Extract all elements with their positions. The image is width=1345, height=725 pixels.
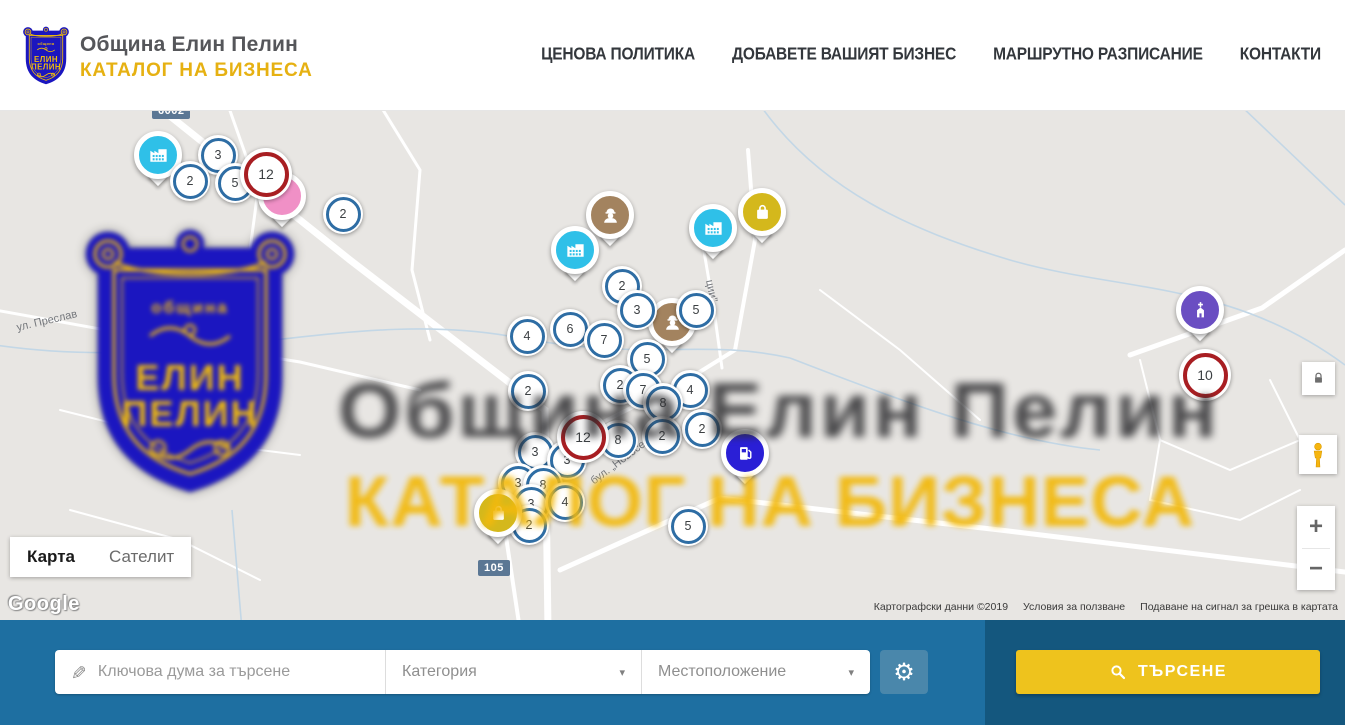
gear-icon: ⚙ (893, 658, 915, 687)
keyword-search-input[interactable] (96, 662, 371, 682)
category-select-label: Категория (402, 663, 477, 681)
road-badge: 105 (478, 560, 510, 576)
pegman-icon (1306, 441, 1330, 469)
keyword-field-wrap: ✎ (55, 650, 386, 694)
map-pin-bag[interactable] (474, 489, 522, 537)
map-cluster-marker[interactable]: 12 (240, 148, 292, 200)
map-attribution: Картографски данни ©2019 Условия за ползв… (874, 601, 1338, 613)
category-select[interactable]: Категория ▾ (386, 650, 642, 694)
satellite-view-button[interactable]: Сателит (92, 537, 191, 577)
attribution-text: Картографски данни ©2019 (874, 601, 1008, 613)
fullscreen-lock-control[interactable] (1302, 362, 1335, 395)
street-view-pegman[interactable] (1299, 435, 1337, 474)
header-titles: Община Елин Пелин КАТАЛОГ НА БИЗНЕСА (80, 33, 313, 82)
header: община ЕЛИН ПЕЛИН Община Елин Пелин КАТА… (0, 0, 1345, 111)
municipality-logo[interactable]: община ЕЛИН ПЕЛИН (22, 24, 70, 86)
map-cluster-marker[interactable]: 12 (557, 411, 609, 463)
location-select-label: Местоположение (658, 663, 786, 681)
nav-item-contacts[interactable]: КОНТАКТИ (1240, 45, 1321, 65)
lock-icon (1311, 371, 1326, 386)
svg-text:ПЕЛИН: ПЕЛИН (31, 63, 61, 72)
pencil-icon: ✎ (65, 664, 88, 680)
map-cluster-marker[interactable]: 2 (170, 161, 210, 201)
nav-item-add-business[interactable]: ДОБАВЕТЕ ВАШИЯТ БИЗНЕС (732, 45, 956, 65)
zoom-out-button[interactable]: − (1297, 549, 1335, 591)
map-cluster-marker[interactable]: 5 (668, 506, 708, 546)
chevron-down-icon: ▾ (619, 666, 625, 679)
map-cluster-marker[interactable]: 2 (642, 416, 682, 456)
map-cluster-marker[interactable]: 10 (1179, 349, 1231, 401)
chevron-down-icon: ▾ (848, 666, 854, 679)
main-nav: ЦЕНОВА ПОЛИТИКА ДОБАВЕТЕ ВАШИЯТ БИЗНЕС МАР… (541, 0, 1321, 110)
site-title: Община Елин Пелин (80, 33, 313, 57)
road-badge: 6002 (152, 110, 190, 119)
map-cluster-marker[interactable]: 2 (508, 371, 548, 411)
map-pin-church[interactable] (1176, 286, 1224, 334)
nav-item-route-schedule[interactable]: МАРШРУТНО РАЗПИСАНИЕ (993, 45, 1203, 65)
map-canvas[interactable]: 325122235647522748128223338342510 (0, 110, 1345, 620)
map-cluster-marker[interactable]: 7 (584, 320, 624, 360)
search-bar: ✎ Категория ▾ Местоположение ▾ ⚙ ТЪРСЕНЕ (0, 620, 1345, 725)
search-submit-button[interactable]: ТЪРСЕНЕ (1016, 650, 1320, 694)
svg-text:ЕЛИН: ЕЛИН (34, 55, 58, 64)
search-button-label: ТЪРСЕНЕ (1138, 663, 1227, 681)
map-cluster-marker[interactable]: 5 (676, 290, 716, 330)
advanced-settings-button[interactable]: ⚙ (880, 650, 928, 694)
zoom-in-button[interactable]: + (1297, 506, 1335, 548)
location-select[interactable]: Местоположение ▾ (642, 650, 870, 694)
map-view-button[interactable]: Карта (10, 537, 92, 577)
map-pin-factory[interactable] (689, 204, 737, 252)
zoom-control: + − (1297, 506, 1335, 590)
map-cluster-marker[interactable]: 2 (323, 194, 363, 234)
nav-item-pricing[interactable]: ЦЕНОВА ПОЛИТИКА (541, 45, 695, 65)
google-logo[interactable]: Google (8, 593, 80, 616)
map-pin-factory[interactable] (551, 226, 599, 274)
attribution-link[interactable]: Подаване на сигнал за грешка в картата (1140, 601, 1338, 613)
map-pin-bag[interactable] (738, 188, 786, 236)
svg-text:община: община (38, 42, 55, 46)
map-type-control: Карта Сателит (10, 537, 191, 577)
site-subtitle: КАТАЛОГ НА БИЗНЕСА (80, 60, 313, 82)
map-cluster-marker[interactable]: 3 (617, 290, 657, 330)
map-cluster-marker[interactable]: 4 (545, 482, 585, 522)
map-cluster-marker[interactable]: 4 (507, 316, 547, 356)
search-icon (1109, 663, 1127, 681)
search-fields-group: ✎ Категория ▾ Местоположение ▾ (55, 650, 870, 694)
map-pin-fuel[interactable] (721, 429, 769, 477)
emblem-icon: община ЕЛИН ПЕЛИН (22, 24, 70, 86)
map-cluster-marker[interactable]: 2 (682, 409, 722, 449)
attribution-link[interactable]: Условия за ползване (1023, 601, 1125, 613)
